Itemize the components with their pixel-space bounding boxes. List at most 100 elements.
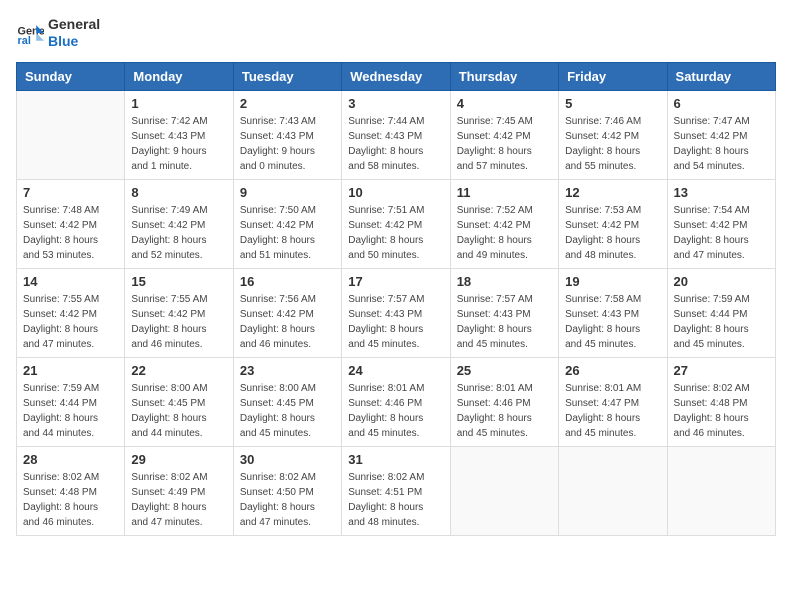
day-number: 20 xyxy=(674,274,769,289)
day-number: 5 xyxy=(565,96,660,111)
day-info: Sunrise: 7:45 AM Sunset: 4:42 PM Dayligh… xyxy=(457,114,552,174)
day-number: 11 xyxy=(457,185,552,200)
day-number: 4 xyxy=(457,96,552,111)
day-number: 22 xyxy=(131,363,226,378)
day-number: 31 xyxy=(348,452,443,467)
calendar-cell: 17 Sunrise: 7:57 AM Sunset: 4:43 PM Dayli… xyxy=(342,268,450,357)
calendar-cell: 6 Sunrise: 7:47 AM Sunset: 4:42 PM Daylig… xyxy=(667,90,775,179)
calendar-cell: 4 Sunrise: 7:45 AM Sunset: 4:42 PM Daylig… xyxy=(450,90,558,179)
day-info: Sunrise: 7:57 AM Sunset: 4:43 PM Dayligh… xyxy=(348,292,443,352)
calendar-cell xyxy=(450,446,558,535)
day-number: 25 xyxy=(457,363,552,378)
calendar-cell: 30Sunrise: 8:02 AM Sunset: 4:50 PM Dayli… xyxy=(233,446,341,535)
day-number: 15 xyxy=(131,274,226,289)
calendar-cell: 16 Sunrise: 7:56 AM Sunset: 4:42 PM Dayli… xyxy=(233,268,341,357)
day-info: Sunrise: 7:51 AM Sunset: 4:42 PM Dayligh… xyxy=(348,203,443,263)
day-info: Sunrise: 7:55 AM Sunset: 4:42 PM Dayligh… xyxy=(131,292,226,352)
day-info: Sunrise: 7:50 AM Sunset: 4:42 PM Dayligh… xyxy=(240,203,335,263)
day-number: 2 xyxy=(240,96,335,111)
calendar-cell: 5 Sunrise: 7:46 AM Sunset: 4:42 PM Daylig… xyxy=(559,90,667,179)
calendar-cell: 10Sunrise: 7:51 AM Sunset: 4:42 PM Dayli… xyxy=(342,179,450,268)
day-number: 23 xyxy=(240,363,335,378)
calendar-cell: 18Sunrise: 7:57 AM Sunset: 4:43 PM Dayli… xyxy=(450,268,558,357)
day-number: 3 xyxy=(348,96,443,111)
day-number: 26 xyxy=(565,363,660,378)
page-header: Gene ral General Blue xyxy=(16,16,776,50)
calendar-table: SundayMondayTuesdayWednesdayThursdayFrid… xyxy=(16,62,776,536)
calendar-cell: 13 Sunrise: 7:54 AM Sunset: 4:42 PM Dayli… xyxy=(667,179,775,268)
calendar-week-row: 1Sunrise: 7:42 AM Sunset: 4:43 PM Daylig… xyxy=(17,90,776,179)
day-info: Sunrise: 8:02 AM Sunset: 4:48 PM Dayligh… xyxy=(674,381,769,441)
day-info: Sunrise: 7:56 AM Sunset: 4:42 PM Dayligh… xyxy=(240,292,335,352)
day-number: 12 xyxy=(565,185,660,200)
calendar-week-row: 7 Sunrise: 7:48 AM Sunset: 4:42 PM Daylig… xyxy=(17,179,776,268)
day-info: Sunrise: 8:01 AM Sunset: 4:46 PM Dayligh… xyxy=(457,381,552,441)
calendar-cell: 8 Sunrise: 7:49 AM Sunset: 4:42 PM Daylig… xyxy=(125,179,233,268)
day-info: Sunrise: 7:42 AM Sunset: 4:43 PM Dayligh… xyxy=(131,114,226,174)
day-info: Sunrise: 8:01 AM Sunset: 4:47 PM Dayligh… xyxy=(565,381,660,441)
day-info: Sunrise: 7:59 AM Sunset: 4:44 PM Dayligh… xyxy=(674,292,769,352)
day-info: Sunrise: 8:00 AM Sunset: 4:45 PM Dayligh… xyxy=(240,381,335,441)
day-number: 16 xyxy=(240,274,335,289)
calendar-cell: 3 Sunrise: 7:44 AM Sunset: 4:43 PM Daylig… xyxy=(342,90,450,179)
day-number: 14 xyxy=(23,274,118,289)
day-info: Sunrise: 7:44 AM Sunset: 4:43 PM Dayligh… xyxy=(348,114,443,174)
calendar-header-tuesday: Tuesday xyxy=(233,62,341,90)
day-number: 21 xyxy=(23,363,118,378)
day-number: 17 xyxy=(348,274,443,289)
day-info: Sunrise: 7:48 AM Sunset: 4:42 PM Dayligh… xyxy=(23,203,118,263)
day-number: 30 xyxy=(240,452,335,467)
day-info: Sunrise: 7:58 AM Sunset: 4:43 PM Dayligh… xyxy=(565,292,660,352)
day-number: 29 xyxy=(131,452,226,467)
calendar-cell: 9 Sunrise: 7:50 AM Sunset: 4:42 PM Daylig… xyxy=(233,179,341,268)
calendar-header-friday: Friday xyxy=(559,62,667,90)
calendar-cell: 2 Sunrise: 7:43 AM Sunset: 4:43 PM Daylig… xyxy=(233,90,341,179)
calendar-cell: 31 Sunrise: 8:02 AM Sunset: 4:51 PM Dayli… xyxy=(342,446,450,535)
day-info: Sunrise: 7:43 AM Sunset: 4:43 PM Dayligh… xyxy=(240,114,335,174)
calendar-header-saturday: Saturday xyxy=(667,62,775,90)
calendar-header-thursday: Thursday xyxy=(450,62,558,90)
day-number: 7 xyxy=(23,185,118,200)
day-info: Sunrise: 8:02 AM Sunset: 4:48 PM Dayligh… xyxy=(23,470,118,530)
calendar-week-row: 28 Sunrise: 8:02 AM Sunset: 4:48 PM Dayli… xyxy=(17,446,776,535)
day-info: Sunrise: 7:49 AM Sunset: 4:42 PM Dayligh… xyxy=(131,203,226,263)
day-info: Sunrise: 8:01 AM Sunset: 4:46 PM Dayligh… xyxy=(348,381,443,441)
calendar-cell: 11Sunrise: 7:52 AM Sunset: 4:42 PM Dayli… xyxy=(450,179,558,268)
day-info: Sunrise: 7:54 AM Sunset: 4:42 PM Dayligh… xyxy=(674,203,769,263)
calendar-cell: 23 Sunrise: 8:00 AM Sunset: 4:45 PM Dayli… xyxy=(233,357,341,446)
calendar-cell xyxy=(667,446,775,535)
calendar-cell: 26 Sunrise: 8:01 AM Sunset: 4:47 PM Dayli… xyxy=(559,357,667,446)
calendar-header-row: SundayMondayTuesdayWednesdayThursdayFrid… xyxy=(17,62,776,90)
day-info: Sunrise: 7:55 AM Sunset: 4:42 PM Dayligh… xyxy=(23,292,118,352)
calendar-cell: 21 Sunrise: 7:59 AM Sunset: 4:44 PM Dayli… xyxy=(17,357,125,446)
day-number: 6 xyxy=(674,96,769,111)
calendar-cell: 22 Sunrise: 8:00 AM Sunset: 4:45 PM Dayli… xyxy=(125,357,233,446)
calendar-cell: 25 Sunrise: 8:01 AM Sunset: 4:46 PM Dayli… xyxy=(450,357,558,446)
day-number: 9 xyxy=(240,185,335,200)
day-info: Sunrise: 8:00 AM Sunset: 4:45 PM Dayligh… xyxy=(131,381,226,441)
day-number: 27 xyxy=(674,363,769,378)
calendar-header-monday: Monday xyxy=(125,62,233,90)
calendar-cell: 24Sunrise: 8:01 AM Sunset: 4:46 PM Dayli… xyxy=(342,357,450,446)
day-info: Sunrise: 7:47 AM Sunset: 4:42 PM Dayligh… xyxy=(674,114,769,174)
day-info: Sunrise: 7:57 AM Sunset: 4:43 PM Dayligh… xyxy=(457,292,552,352)
day-info: Sunrise: 8:02 AM Sunset: 4:49 PM Dayligh… xyxy=(131,470,226,530)
day-info: Sunrise: 8:02 AM Sunset: 4:51 PM Dayligh… xyxy=(348,470,443,530)
calendar-cell xyxy=(17,90,125,179)
calendar-cell: 20 Sunrise: 7:59 AM Sunset: 4:44 PM Dayli… xyxy=(667,268,775,357)
calendar-cell: 27 Sunrise: 8:02 AM Sunset: 4:48 PM Dayli… xyxy=(667,357,775,446)
calendar-cell: 1Sunrise: 7:42 AM Sunset: 4:43 PM Daylig… xyxy=(125,90,233,179)
calendar-cell xyxy=(559,446,667,535)
day-number: 13 xyxy=(674,185,769,200)
calendar-cell: 15 Sunrise: 7:55 AM Sunset: 4:42 PM Dayli… xyxy=(125,268,233,357)
day-number: 28 xyxy=(23,452,118,467)
day-number: 8 xyxy=(131,185,226,200)
day-info: Sunrise: 7:59 AM Sunset: 4:44 PM Dayligh… xyxy=(23,381,118,441)
calendar-cell: 12Sunrise: 7:53 AM Sunset: 4:42 PM Dayli… xyxy=(559,179,667,268)
calendar-body: 1Sunrise: 7:42 AM Sunset: 4:43 PM Daylig… xyxy=(17,90,776,535)
day-number: 19 xyxy=(565,274,660,289)
calendar-cell: 28 Sunrise: 8:02 AM Sunset: 4:48 PM Dayli… xyxy=(17,446,125,535)
day-info: Sunrise: 7:46 AM Sunset: 4:42 PM Dayligh… xyxy=(565,114,660,174)
calendar-header-sunday: Sunday xyxy=(17,62,125,90)
logo: Gene ral General Blue xyxy=(16,16,100,50)
